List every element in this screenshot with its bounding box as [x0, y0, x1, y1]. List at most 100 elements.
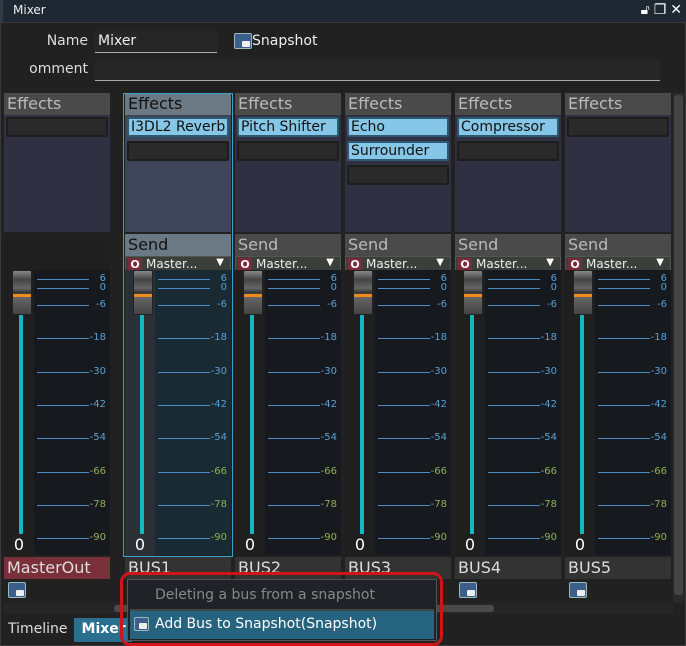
scale-label: -66 — [540, 466, 557, 477]
channel-strip-bus1: Effects I3DL2 Reverb Send O Master... ▼ 6 0… — [123, 93, 233, 603]
send-header: Send — [565, 234, 671, 256]
bus-name[interactable]: MasterOut — [4, 557, 110, 579]
scale-label: -18 — [430, 332, 447, 343]
effects-header: Effects — [235, 93, 341, 115]
empty-effect-slot[interactable] — [6, 117, 108, 137]
scale-label: -30 — [89, 366, 106, 377]
comment-label: omment — [29, 61, 88, 77]
fader-handle[interactable] — [133, 270, 153, 315]
snapshot-button[interactable]: Snapshot — [234, 33, 317, 49]
snapshot-icon[interactable] — [8, 582, 26, 598]
scale-label: -18 — [540, 332, 557, 343]
name-input[interactable]: Mixer — [95, 31, 217, 53]
fader-handle[interactable] — [353, 270, 373, 315]
effect-slot[interactable]: Surrounder — [347, 141, 449, 161]
effect-slot[interactable]: Echo — [347, 117, 449, 137]
scale-label: -42 — [210, 399, 227, 410]
fader-value[interactable]: 0 — [125, 534, 155, 556]
menu-item-delete-bus: Deleting a bus from a snapshot — [155, 587, 375, 603]
snapshot-icon — [134, 617, 149, 631]
fader-value[interactable]: 0 — [345, 534, 375, 556]
send-target: Master... — [146, 257, 198, 271]
fader-area: 6 0 -6 -18 -30 -42 -54 -66 -78 -90 — [345, 270, 451, 555]
scale-label: 0 — [660, 282, 667, 293]
snapshot-label: Snapshot — [252, 33, 318, 49]
scale-label: -78 — [320, 499, 337, 510]
fader-value[interactable]: 0 — [235, 534, 265, 556]
fader-track[interactable] — [19, 310, 23, 538]
scale-label: -66 — [210, 466, 227, 477]
bus-name[interactable]: BUS5 — [565, 557, 671, 579]
menu-item-add-bus[interactable]: Add Bus to Snapshot(Snapshot) — [130, 611, 434, 639]
fader-area: 6 0 -6 -18 -30 -42 -54 -66 -78 -90 — [125, 270, 231, 555]
channel-strip-bus3: Effects Echo Surrounder Send O Master... ▼ 6… — [345, 93, 453, 603]
scale-label: -54 — [540, 432, 557, 443]
bus-name[interactable]: BUS4 — [455, 557, 561, 579]
scale-label: -90 — [540, 532, 557, 543]
effects-list: I3DL2 Reverb — [125, 115, 231, 232]
menu-item-label: Add Bus to Snapshot(Snapshot) — [155, 616, 378, 632]
channel-strip-bus2: Effects Pitch Shifter Send O Master... ▼ 6 … — [235, 93, 343, 603]
send-header: Send — [235, 234, 341, 256]
fader-track[interactable] — [470, 310, 474, 538]
effects-list: Compressor — [455, 115, 561, 232]
fader-value[interactable]: 0 — [4, 534, 34, 556]
scale-label: 0 — [220, 282, 227, 293]
restore-icon[interactable]: ❐ — [654, 2, 667, 18]
effects-list — [4, 115, 110, 232]
scale-label: -66 — [89, 466, 106, 477]
dropdown-arrow-icon: ▼ — [216, 257, 224, 268]
fader-value[interactable]: 0 — [565, 534, 595, 556]
effect-slot[interactable]: I3DL2 Reverb — [127, 117, 229, 137]
scale-label: -30 — [650, 366, 667, 377]
effect-slot[interactable]: Compressor — [457, 117, 559, 137]
scale-label: -90 — [320, 532, 337, 543]
effects-list — [565, 115, 671, 232]
scale-label: -42 — [540, 399, 557, 410]
scale-label: -6 — [327, 299, 337, 310]
fader-handle[interactable] — [12, 270, 32, 315]
empty-effect-slot[interactable] — [347, 165, 449, 185]
dropdown-arrow-icon: ▼ — [326, 257, 334, 268]
fader-area: 6 0 -6 -18 -30 -42 -54 -66 -78 -90 — [565, 270, 671, 555]
effects-header: Effects — [345, 93, 451, 115]
scale-label: -6 — [217, 299, 227, 310]
empty-effect-slot[interactable] — [567, 117, 669, 137]
scale-label: -42 — [430, 399, 447, 410]
empty-effect-slot[interactable] — [457, 141, 559, 161]
scale-label: -30 — [210, 366, 227, 377]
fader-track[interactable] — [360, 310, 364, 538]
scale-label: -6 — [437, 299, 447, 310]
fader-track[interactable] — [250, 310, 254, 538]
empty-effect-slot[interactable] — [237, 141, 339, 161]
effects-list: Pitch Shifter — [235, 115, 341, 232]
close-icon[interactable]: ✕ — [670, 2, 682, 18]
scale-label: -78 — [89, 499, 106, 510]
scale-label: -42 — [650, 399, 667, 410]
fader-value[interactable]: 0 — [455, 534, 485, 556]
vertical-scrollbar[interactable] — [673, 93, 684, 603]
fader-handle[interactable] — [573, 270, 593, 315]
scale-label: -78 — [210, 499, 227, 510]
fader-track[interactable] — [580, 310, 584, 538]
scale-label: -30 — [430, 366, 447, 377]
fader-track[interactable] — [140, 310, 144, 538]
lock-icon[interactable]: 🔓︎ — [641, 2, 650, 18]
send-target: Master... — [366, 257, 418, 271]
effects-header: Effects — [455, 93, 561, 115]
send-header: Send — [345, 234, 451, 256]
fader-handle[interactable] — [463, 270, 483, 315]
dropdown-arrow-icon: ▼ — [436, 257, 444, 268]
comment-input[interactable] — [95, 59, 660, 81]
scale-label: -18 — [210, 332, 227, 343]
scale-label: -30 — [320, 366, 337, 377]
name-label: Name — [46, 33, 88, 49]
scale-label: 0 — [440, 282, 447, 293]
fader-handle[interactable] — [243, 270, 263, 315]
snapshot-icon[interactable] — [569, 582, 587, 598]
snapshot-icon[interactable] — [459, 582, 477, 598]
tab-timeline[interactable]: Timeline — [0, 618, 74, 642]
empty-effect-slot[interactable] — [127, 141, 229, 161]
effect-slot[interactable]: Pitch Shifter — [237, 117, 339, 137]
scale-label: -18 — [650, 332, 667, 343]
